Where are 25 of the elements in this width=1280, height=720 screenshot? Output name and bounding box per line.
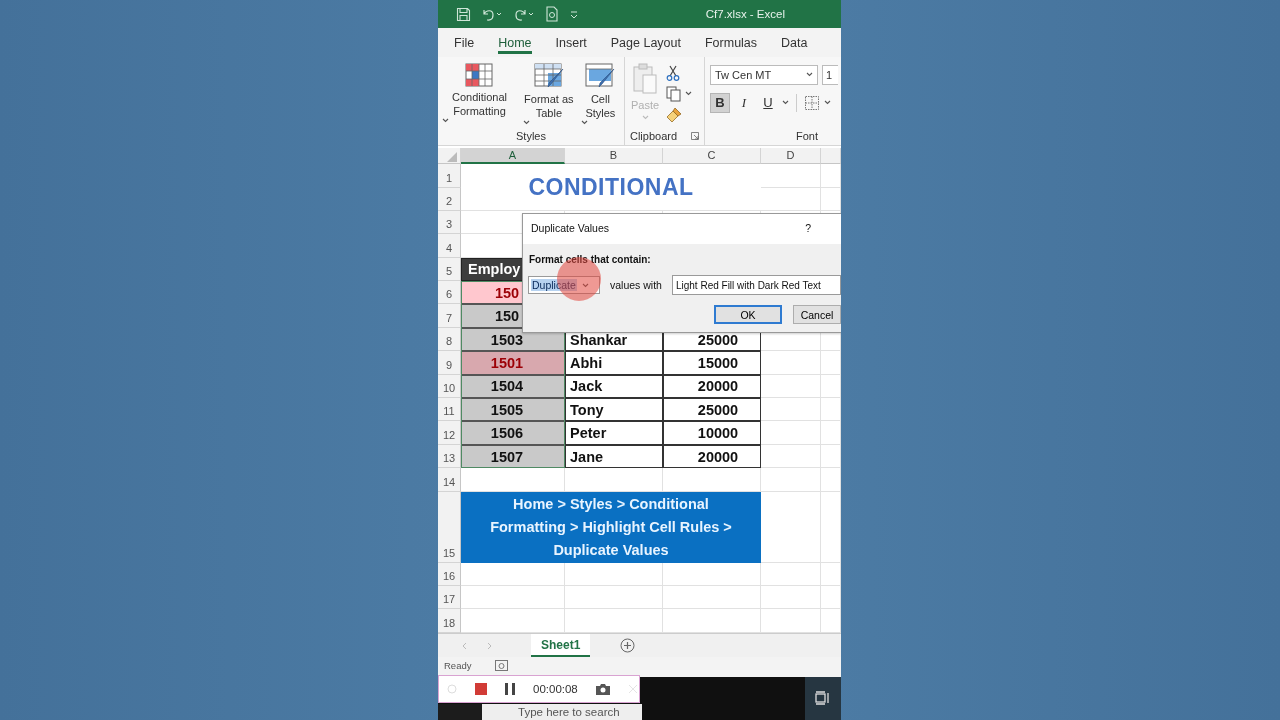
group-label: Clipboard [629, 129, 678, 145]
table-cell: 1505 [461, 398, 565, 422]
table-cell: 20000 [663, 444, 761, 469]
status-text: Ready [444, 660, 472, 672]
instruction-banner: Home > Styles > Conditional Formatting > Highlight Cell Rules > Duplicate Values [461, 491, 761, 563]
table-cell: 1504 [461, 374, 565, 399]
table-cell: 20000 [663, 374, 761, 399]
table-cell: Jack [565, 374, 663, 399]
table-cell: 15000 [663, 351, 761, 375]
dialog-title: Duplicate Values [531, 222, 610, 236]
window-title: Cf7.xlsx - Excel [705, 8, 785, 21]
table-cell: 10000 [663, 421, 761, 445]
recording-timer: 00:00:08 [533, 683, 578, 695]
table-cell: 1501 [461, 351, 565, 375]
sheet-title: CONDITIONAL [461, 164, 761, 211]
table-cell: Jane [565, 444, 663, 469]
connector-label: values with [610, 279, 662, 291]
table-cell: 1506 [461, 421, 565, 445]
table-cell: 25000 [663, 398, 761, 422]
group-label: Styles [516, 129, 546, 145]
table-cell: 1507 [461, 444, 565, 469]
group-label: Font [796, 129, 818, 145]
table-cell: Tony [565, 398, 663, 422]
table-cell: Abhi [565, 351, 663, 375]
table-cell: Peter [565, 421, 663, 445]
